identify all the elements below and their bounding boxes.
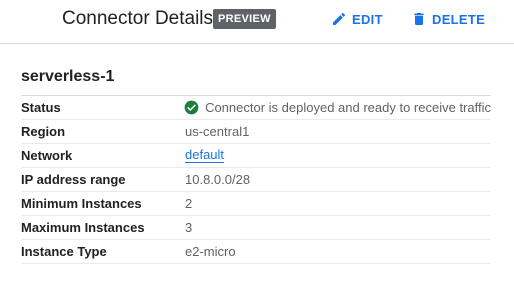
status-row: Status Connector is deployed and ready t… [21,96,491,120]
max-instances-label: Maximum Instances [21,220,145,235]
edit-button-label: EDIT [352,11,383,27]
network-link[interactable]: default [185,148,225,163]
network-value: default [185,148,225,163]
delete-button[interactable]: DELETE [411,8,485,30]
ip-range-value: 10.8.0.0/28 [185,172,251,187]
status-text: Connector is deployed and ready to recei… [205,100,491,115]
ip-range-label: IP address range [21,172,126,187]
edit-button[interactable]: EDIT [331,8,383,30]
region-value: us-central1 [185,124,250,139]
region-label: Region [21,124,66,139]
ip-range-row: IP address range 10.8.0.0/28 [21,168,491,192]
trash-icon [411,11,427,27]
instance-type-value: e2-micro [185,244,236,259]
min-instances-value: 2 [185,196,193,211]
page-header: Connector Details PREVIEW EDIT DELETE [0,0,514,44]
network-label: Network [21,148,73,163]
min-instances-label: Minimum Instances [21,196,142,211]
min-instances-row: Minimum Instances 2 [21,192,491,216]
network-row: Network default [21,144,491,168]
instance-type-row: Instance Type e2-micro [21,240,491,264]
status-label: Status [21,100,61,115]
region-row: Region us-central1 [21,120,491,144]
status-value: Connector is deployed and ready to recei… [184,100,491,115]
max-instances-row: Maximum Instances 3 [21,216,491,240]
instance-type-label: Instance Type [21,244,107,259]
delete-button-label: DELETE [432,11,486,27]
check-circle-icon [184,100,199,115]
max-instances-value: 3 [185,220,193,235]
details-table: Status Connector is deployed and ready t… [21,95,491,264]
connector-name: serverless-1 [21,68,115,85]
pencil-icon [331,11,347,27]
page-title: Connector Details [62,8,214,29]
preview-badge: PREVIEW [213,9,276,29]
